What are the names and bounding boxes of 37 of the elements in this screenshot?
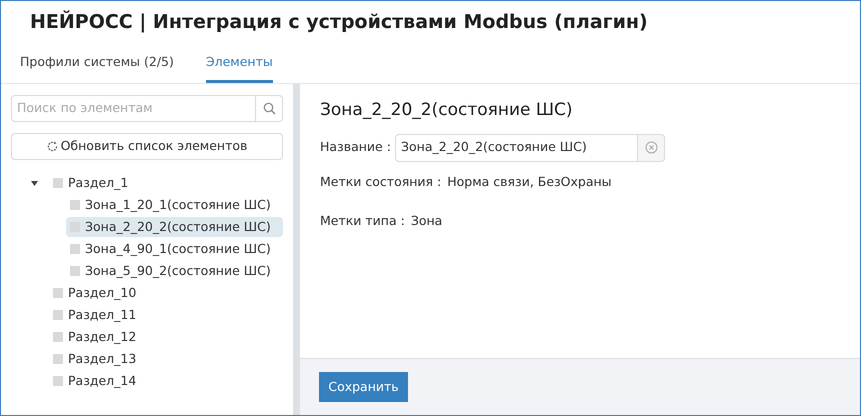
- tree-item[interactable]: Раздел_1: [49, 173, 140, 193]
- node-icon: [70, 200, 80, 210]
- node-icon: [53, 332, 63, 342]
- refresh-icon: [46, 141, 58, 152]
- tree-item[interactable]: Зона_2_20_2(состояние ШС): [66, 217, 283, 237]
- window-title: НЕЙРОСС | Интеграция с устройствами Modbus (плагин): [30, 12, 648, 32]
- tree-item[interactable]: Раздел_10: [49, 283, 148, 303]
- tree-item[interactable]: Зона_4_90_1(состояние ШС): [66, 239, 283, 259]
- field-label: Метки типа :: [320, 212, 405, 230]
- tree-item[interactable]: Зона_1_20_1(состояние ШС): [66, 195, 283, 215]
- tree-item[interactable]: Раздел_12: [49, 327, 148, 347]
- field-label: Метки состояния :: [320, 172, 442, 190]
- refresh-label: Обновить список элементов: [60, 137, 248, 156]
- tab[interactable]: Профили системы (2/5): [20, 53, 174, 83]
- node-icon: [53, 354, 63, 364]
- field-label: Название :: [320, 138, 392, 156]
- node-icon: [53, 288, 63, 298]
- clear-icon[interactable]: [644, 141, 658, 154]
- save-button[interactable]: Сохранить: [319, 372, 408, 402]
- name-field[interactable]: Зона_2_20_2(состояние ШС): [395, 134, 638, 162]
- search-icon: [262, 102, 276, 115]
- field-value: Зона: [410, 212, 442, 230]
- tree-item[interactable]: Раздел_13: [49, 349, 148, 369]
- detail-heading: Зона_2_20_2(состояние ШС): [320, 99, 574, 122]
- tree-item[interactable]: Раздел_14: [49, 371, 148, 391]
- node-icon: [53, 178, 63, 188]
- caret-icon[interactable]: [31, 180, 38, 186]
- tree-item[interactable]: Раздел_11: [49, 305, 148, 325]
- refresh-button[interactable]: Обновить список элементов: [11, 133, 283, 160]
- search-field[interactable]: Поиск по элементам: [11, 95, 256, 122]
- tab[interactable]: Элементы: [206, 53, 273, 83]
- field-value: Норма связи, БезОхраны: [447, 172, 612, 191]
- node-icon: [53, 376, 63, 386]
- tree-item[interactable]: Зона_5_90_2(состояние ШС): [66, 261, 283, 281]
- node-icon: [53, 310, 63, 320]
- node-icon: [70, 266, 80, 276]
- node-icon: [70, 244, 80, 254]
